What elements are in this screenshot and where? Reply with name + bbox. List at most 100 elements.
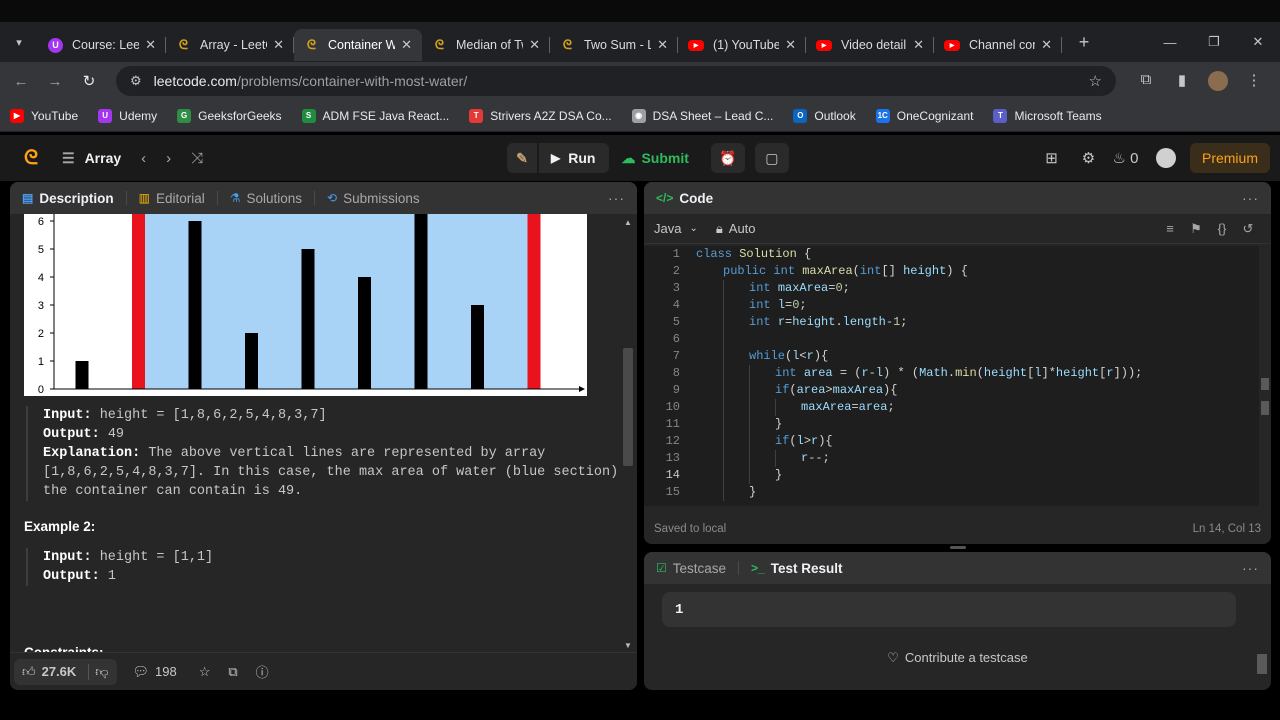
browser-tab[interactable]: ▶ Video detail ✕ bbox=[806, 29, 934, 61]
browser-tab[interactable]: ᘓ Container W ✕ bbox=[294, 29, 422, 61]
braces-icon[interactable]: {} bbox=[1209, 221, 1235, 237]
tab-editorial[interactable]: ▥ Editorial bbox=[139, 191, 205, 206]
submit-button[interactable]: ☁ Submit bbox=[609, 143, 700, 173]
bookmark-item[interactable]: T Microsoft Teams bbox=[993, 108, 1102, 123]
site-info-icon[interactable]: ⚙ bbox=[130, 73, 142, 89]
code-text: int maxArea=0; bbox=[749, 281, 850, 295]
bookmark-label: ADM FSE Java React... bbox=[322, 108, 450, 123]
browser-menu-icon[interactable]: ⋮ bbox=[1236, 71, 1272, 91]
code-text: if(area>maxArea){ bbox=[775, 383, 898, 397]
more-options-icon[interactable]: ··· bbox=[608, 190, 625, 206]
settings-gear-icon[interactable]: ⚙ bbox=[1070, 149, 1107, 167]
vertical-resizer[interactable] bbox=[638, 420, 642, 450]
bookmark-item[interactable]: T Strivers A2Z DSA Co... bbox=[469, 108, 612, 123]
tab-test-result-label: Test Result bbox=[770, 560, 843, 576]
browser-tab[interactable]: ▶ Channel con ✕ bbox=[934, 29, 1062, 61]
indent-guide bbox=[723, 382, 749, 399]
leetcode-logo-icon[interactable]: ᘓ bbox=[20, 147, 42, 169]
new-tab-button[interactable]: + bbox=[1070, 32, 1098, 53]
auto-mode-toggle[interactable]: 🔒︎ Auto bbox=[716, 221, 756, 237]
code-tab[interactable]: </> Code bbox=[656, 191, 713, 206]
browser-tab[interactable]: U Course: Leet ✕ bbox=[38, 29, 166, 61]
close-tab-icon[interactable]: ✕ bbox=[1041, 37, 1052, 53]
horizontal-resizer[interactable] bbox=[950, 546, 966, 549]
contribute-testcase-link[interactable]: ♡ Contribute a testcase bbox=[644, 650, 1271, 666]
premium-button[interactable]: Premium bbox=[1189, 143, 1270, 173]
thumbs-down-icon[interactable]: 👎︎ bbox=[88, 663, 109, 680]
thumbs-up-icon[interactable]: 👍︎ bbox=[22, 664, 36, 680]
reload-button[interactable]: ↻ bbox=[72, 72, 106, 90]
close-tab-icon[interactable]: ✕ bbox=[657, 37, 668, 53]
minimize-icon[interactable]: — bbox=[1148, 22, 1192, 62]
code-editor[interactable]: 1 class Solution {2 public int maxArea(int… bbox=[644, 246, 1259, 506]
profile-avatar[interactable] bbox=[1208, 71, 1228, 91]
favorite-star-icon[interactable]: ☆ bbox=[199, 664, 211, 680]
scroll-thumb[interactable] bbox=[1257, 654, 1267, 674]
timer-icon[interactable]: ⏰ bbox=[710, 143, 745, 173]
scroll-down-icon[interactable]: ▼ bbox=[624, 641, 632, 650]
bookmark-icon[interactable]: ⚑ bbox=[1183, 221, 1209, 237]
close-tab-icon[interactable]: ✕ bbox=[529, 37, 540, 53]
back-button[interactable]: ← bbox=[4, 73, 38, 90]
tab-search-button[interactable]: ▾ bbox=[6, 29, 32, 55]
indent-guide bbox=[696, 348, 723, 365]
bookmark-item[interactable]: G GeeksforGeeks bbox=[177, 108, 282, 123]
bookmark-item[interactable]: ◉ DSA Sheet – Lead C... bbox=[631, 108, 773, 123]
run-button[interactable]: ▶ Run bbox=[539, 143, 610, 173]
editor-scrollbar[interactable] bbox=[1259, 246, 1271, 506]
more-options-icon[interactable]: ··· bbox=[1242, 190, 1259, 206]
browser-tab[interactable]: ▶ (1) YouTube ✕ bbox=[678, 29, 806, 61]
output-value: 49 bbox=[99, 427, 125, 442]
shuffle-icon[interactable]: ⤨ bbox=[191, 150, 203, 167]
tab-description[interactable]: ▤ Description bbox=[22, 191, 114, 206]
output-label: Output: bbox=[43, 569, 100, 584]
restore-icon[interactable]: ❐ bbox=[1192, 22, 1236, 62]
language-select[interactable]: Java ⌄ bbox=[654, 221, 698, 236]
close-tab-icon[interactable]: ✕ bbox=[273, 37, 284, 53]
layout-icon[interactable]: ⊞ bbox=[1033, 149, 1070, 167]
extensions-icon[interactable]: ⧉ bbox=[1128, 71, 1164, 91]
reset-icon[interactable]: ↺ bbox=[1235, 221, 1261, 237]
bookmark-item[interactable]: S ADM FSE Java React... bbox=[301, 108, 450, 123]
close-tab-icon[interactable]: ✕ bbox=[785, 37, 796, 53]
description-scrollbar[interactable]: ▲ ▼ bbox=[623, 218, 633, 650]
bookmark-item[interactable]: U Udemy bbox=[98, 108, 157, 123]
streak-counter[interactable]: ♨ 0 bbox=[1107, 149, 1144, 167]
close-window-icon[interactable]: ✕ bbox=[1236, 22, 1280, 62]
tab-test-result[interactable]: >_ Test Result bbox=[751, 561, 842, 576]
close-tab-icon[interactable]: ✕ bbox=[145, 37, 156, 53]
testcase-value-box[interactable]: 1 bbox=[662, 592, 1236, 627]
forward-button[interactable]: → bbox=[38, 73, 72, 90]
scroll-up-icon[interactable]: ▲ bbox=[624, 218, 632, 227]
close-tab-icon[interactable]: ✕ bbox=[401, 37, 412, 53]
next-problem-icon[interactable]: › bbox=[166, 150, 171, 167]
comments-button[interactable]: 💬︎ 198 bbox=[133, 664, 177, 680]
help-icon[interactable]: ⓘ bbox=[256, 662, 269, 681]
format-icon[interactable]: ≡ bbox=[1157, 221, 1183, 237]
scroll-thumb[interactable] bbox=[623, 348, 633, 466]
bar bbox=[301, 249, 315, 389]
bookmark-star-icon[interactable]: ☆ bbox=[1089, 72, 1102, 90]
prev-problem-icon[interactable]: ‹ bbox=[141, 150, 146, 167]
share-icon[interactable]: ⧉ bbox=[228, 664, 237, 680]
notes-icon[interactable]: ▢ bbox=[754, 143, 789, 173]
debug-icon[interactable]: ✎ bbox=[507, 143, 537, 173]
user-avatar[interactable] bbox=[1155, 148, 1176, 168]
browser-tab[interactable]: ᘓ Two Sum - L ✕ bbox=[550, 29, 678, 61]
tab-submissions[interactable]: ⟲ Submissions bbox=[327, 191, 420, 206]
close-tab-icon[interactable]: ✕ bbox=[913, 37, 924, 53]
tab-solutions[interactable]: ⚗ Solutions bbox=[230, 191, 302, 206]
bookmark-item[interactable]: O Outlook bbox=[793, 108, 856, 123]
more-options-icon[interactable]: ··· bbox=[1242, 560, 1259, 576]
tab-testcase[interactable]: ☑ Testcase bbox=[656, 561, 726, 576]
container-chart-svg: 0 1 2 3 4 5 6 bbox=[38, 214, 585, 396]
browser-tab[interactable]: ᘓ Array - LeetC ✕ bbox=[166, 29, 294, 61]
bookmark-item[interactable]: ▶ YouTube bbox=[10, 108, 78, 123]
bookmark-item[interactable]: 1C OneCognizant bbox=[875, 108, 973, 123]
sidebar-icon[interactable]: ▮ bbox=[1164, 71, 1200, 91]
url-bar[interactable]: ⚙ leetcode.com/problems/container-with-m… bbox=[116, 66, 1116, 96]
bookmark-favicon: G bbox=[177, 108, 192, 123]
test-scrollbar[interactable] bbox=[1257, 588, 1267, 688]
browser-tab[interactable]: ᘓ Median of Tw ✕ bbox=[422, 29, 550, 61]
problem-list-button[interactable]: ☰ Array bbox=[62, 150, 121, 167]
